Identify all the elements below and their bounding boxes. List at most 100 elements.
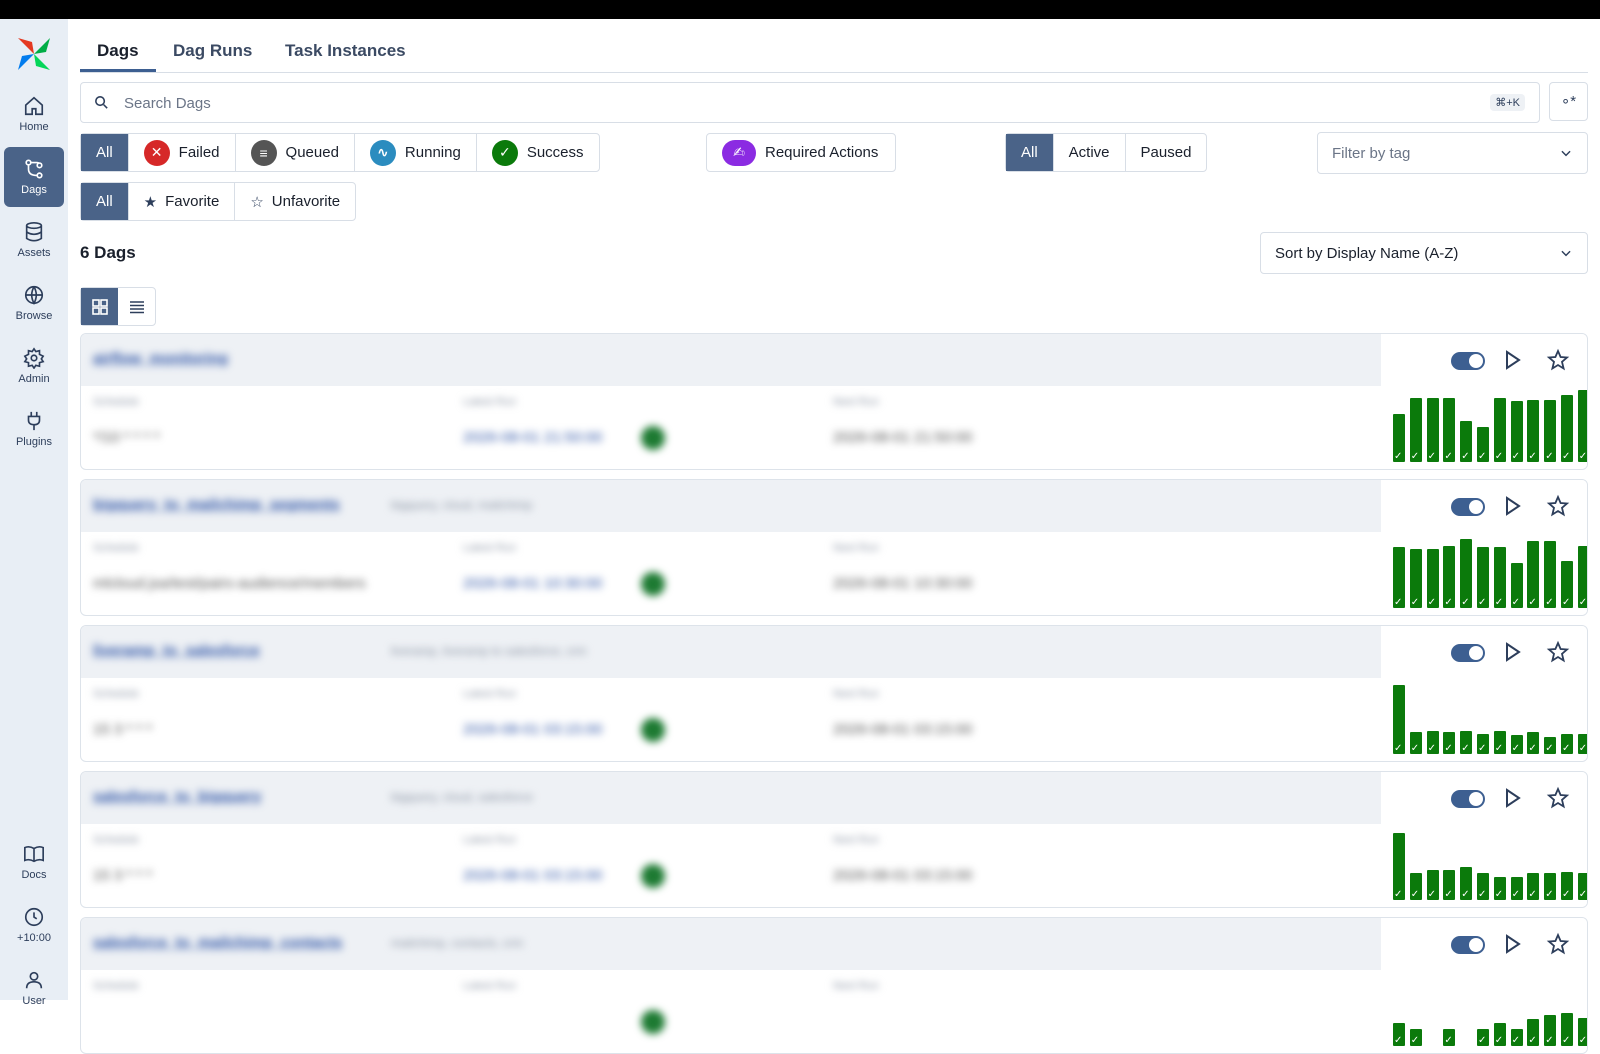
run-bar[interactable]	[1409, 1028, 1422, 1046]
run-bar[interactable]	[1443, 1028, 1456, 1046]
run-bar[interactable]	[1460, 539, 1473, 608]
dag-id-link[interactable]: salesforce_to_bigquery	[93, 788, 261, 805]
active-filter-paused[interactable]: Paused	[1126, 134, 1207, 171]
dag-id-link[interactable]: liveramp_to_salesforce	[93, 642, 260, 659]
favorite-filter-favorite[interactable]: ★ Favorite	[129, 183, 236, 220]
advanced-search-button[interactable]: ∘*	[1549, 82, 1588, 121]
run-bar[interactable]	[1527, 732, 1540, 754]
latest-run-link[interactable]: 2026-08-01 03:15:00	[463, 867, 602, 884]
dag-id-link[interactable]: salesforce_to_mailchimp_contacts	[93, 934, 342, 951]
nav-user[interactable]: User	[4, 958, 64, 1018]
state-filter-queued[interactable]: ≡ Queued	[236, 134, 355, 171]
run-bar[interactable]	[1443, 545, 1456, 608]
run-bar[interactable]	[1561, 1013, 1573, 1046]
favorite-filter-all[interactable]: All	[81, 183, 129, 220]
nav-assets[interactable]: Assets	[4, 210, 64, 270]
state-filter-failed[interactable]: ✕ Failed	[129, 134, 236, 171]
star-outline-icon[interactable]	[1546, 348, 1570, 372]
run-bar[interactable]	[1510, 562, 1523, 608]
run-bar[interactable]	[1577, 873, 1587, 900]
nav-home[interactable]: Home	[4, 84, 64, 144]
run-bar[interactable]	[1393, 832, 1405, 900]
pause-toggle[interactable]	[1451, 498, 1485, 516]
run-bar[interactable]	[1460, 867, 1473, 900]
card-view-button[interactable]	[81, 288, 118, 325]
run-bar[interactable]	[1577, 733, 1587, 754]
play-icon[interactable]	[1500, 786, 1524, 810]
run-bar[interactable]	[1409, 732, 1422, 754]
pause-toggle[interactable]	[1451, 352, 1485, 370]
play-icon[interactable]	[1500, 640, 1524, 664]
run-bar[interactable]	[1493, 547, 1506, 608]
run-bar[interactable]	[1577, 390, 1587, 462]
run-bar[interactable]	[1493, 398, 1506, 462]
run-bar[interactable]	[1477, 547, 1489, 608]
run-bar[interactable]	[1527, 399, 1540, 462]
state-filter-success[interactable]: ✓ Success	[477, 134, 599, 171]
run-bar[interactable]	[1409, 548, 1422, 608]
run-bar[interactable]	[1477, 873, 1489, 900]
run-bar[interactable]	[1460, 730, 1473, 754]
active-filter-all[interactable]: All	[1006, 134, 1054, 171]
run-bar[interactable]	[1527, 873, 1540, 900]
run-bar[interactable]	[1561, 733, 1573, 754]
run-bar[interactable]	[1443, 870, 1456, 900]
star-outline-icon[interactable]	[1546, 494, 1570, 518]
run-bar[interactable]	[1443, 732, 1456, 754]
run-bar[interactable]	[1409, 398, 1422, 462]
pause-toggle[interactable]	[1451, 644, 1485, 662]
play-icon[interactable]	[1500, 494, 1524, 518]
run-bar[interactable]	[1426, 730, 1439, 754]
sort-select[interactable]: Sort by Display Name (A-Z)	[1260, 232, 1588, 274]
run-bar[interactable]	[1544, 1014, 1557, 1046]
run-bar[interactable]	[1510, 1028, 1523, 1046]
tab-dag-runs[interactable]: Dag Runs	[173, 41, 252, 61]
dag-id-link[interactable]: bigquery_to_mailchimp_segments	[93, 496, 340, 513]
run-bar[interactable]	[1393, 685, 1405, 754]
run-bar[interactable]	[1393, 547, 1405, 608]
run-bar[interactable]	[1426, 398, 1439, 462]
tab-task-instances[interactable]: Task Instances	[285, 41, 406, 61]
list-view-button[interactable]	[118, 288, 155, 325]
latest-run-link[interactable]: 2026-08-01 03:15:00	[463, 721, 602, 738]
nav-docs[interactable]: Docs	[4, 832, 64, 892]
run-bar[interactable]	[1544, 736, 1557, 754]
run-bar[interactable]	[1510, 735, 1523, 754]
run-bar[interactable]	[1393, 1022, 1405, 1046]
required-actions-button[interactable]: ✍ Required Actions	[706, 133, 896, 172]
favorite-filter-unfavorite[interactable]: ☆ Unfavorite	[235, 183, 355, 220]
run-bar[interactable]	[1561, 561, 1573, 608]
run-bar[interactable]	[1493, 1022, 1506, 1046]
run-bar[interactable]	[1561, 394, 1573, 462]
star-outline-icon[interactable]	[1546, 932, 1570, 956]
play-icon[interactable]	[1500, 348, 1524, 372]
run-bar[interactable]	[1561, 871, 1573, 900]
tag-filter-select[interactable]: Filter by tag	[1317, 132, 1588, 174]
state-filter-running[interactable]: ∿ Running	[355, 134, 477, 171]
latest-run-link[interactable]: 2026-08-01 10:30:00	[463, 575, 602, 592]
nav-plugins[interactable]: Plugins	[4, 399, 64, 459]
star-outline-icon[interactable]	[1546, 786, 1570, 810]
run-bar[interactable]	[1510, 876, 1523, 900]
run-bar[interactable]	[1577, 1017, 1587, 1046]
dag-id-link[interactable]: airflow_monitoring	[93, 350, 228, 367]
run-bar[interactable]	[1477, 426, 1489, 462]
run-bar[interactable]	[1426, 870, 1439, 900]
run-bar[interactable]	[1409, 873, 1422, 900]
run-bar[interactable]	[1544, 873, 1557, 900]
pause-toggle[interactable]	[1451, 790, 1485, 808]
run-bar[interactable]	[1527, 540, 1540, 608]
run-bar[interactable]	[1577, 545, 1587, 608]
search-input[interactable]: Search Dags ⌘+K	[80, 82, 1540, 123]
run-bar[interactable]	[1544, 399, 1557, 462]
run-bar[interactable]	[1493, 876, 1506, 900]
nav-timezone[interactable]: +10:00	[4, 895, 64, 955]
latest-run-link[interactable]: 2026-08-01 21:50:00	[463, 429, 602, 446]
nav-dags[interactable]: Dags	[4, 147, 64, 207]
run-bar[interactable]	[1443, 398, 1456, 462]
run-bar[interactable]	[1477, 733, 1489, 754]
run-bar[interactable]	[1510, 401, 1523, 462]
active-filter-active[interactable]: Active	[1054, 134, 1126, 171]
run-bar[interactable]	[1426, 548, 1439, 608]
pause-toggle[interactable]	[1451, 936, 1485, 954]
